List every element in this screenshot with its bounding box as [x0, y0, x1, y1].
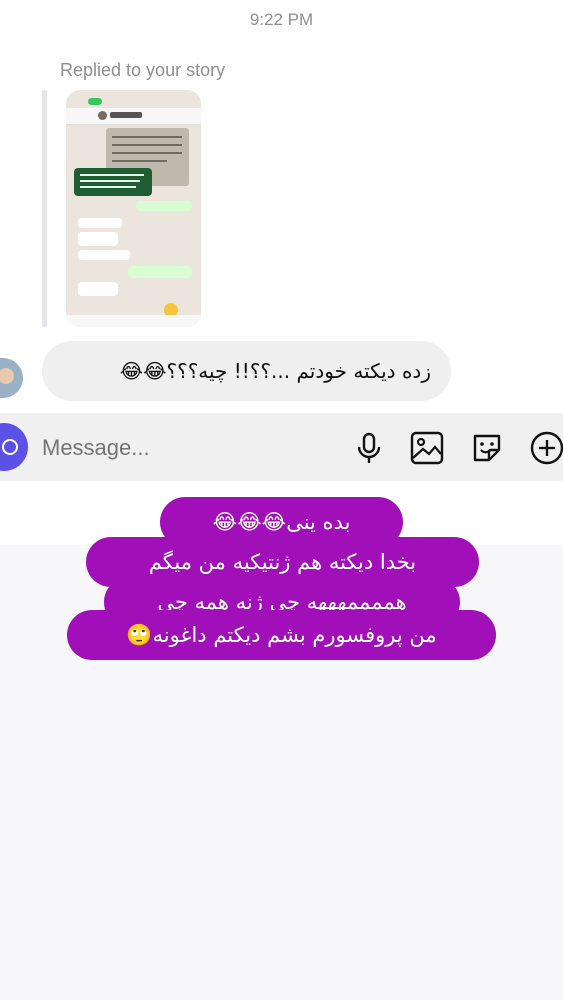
photo-line: [112, 160, 167, 162]
add-icon[interactable]: [529, 430, 563, 466]
thumbnail-status-bar: [66, 90, 201, 106]
bubble-line: [80, 174, 144, 176]
thumbnail-input-bar: [66, 315, 201, 327]
story-thumbnail[interactable]: [66, 90, 201, 327]
camera-icon: [2, 439, 18, 455]
thumbnail-avatar: [98, 111, 107, 120]
microphone-icon[interactable]: [351, 430, 387, 466]
reply-indicator-bar: [42, 90, 47, 327]
photo-line: [112, 152, 182, 154]
photo-line: [112, 136, 182, 138]
sticker-icon[interactable]: [469, 430, 505, 466]
thumbnail-green-bubble: [128, 266, 192, 278]
thumbnail-white-bubble: [78, 282, 118, 296]
message-input[interactable]: [42, 431, 292, 465]
avatar-face: [0, 368, 14, 384]
photo-line: [112, 144, 182, 146]
thumbnail-white-bubble: [78, 218, 122, 228]
gallery-icon[interactable]: [409, 430, 445, 466]
bubble-line: [80, 186, 136, 188]
timestamp: 9:22 PM: [249, 10, 314, 29]
message-text: زده دیکته خودتم ...؟؟!! چیه؟؟؟😂😂: [119, 359, 431, 383]
thumbnail-time-pill: [88, 98, 102, 105]
bubble-line: [80, 180, 140, 182]
thumbnail-white-bubble: [78, 250, 130, 260]
story-reply-label: Replied to your story: [60, 60, 226, 80]
message-bubble[interactable]: زده دیکته خودتم ...؟؟!! چیه؟؟؟😂😂: [42, 341, 451, 401]
caption-line: من پروفسورم بشم دیکتم داغونه🙄: [67, 610, 496, 660]
thumbnail-contact-name: [110, 112, 142, 118]
thumbnail-green-bubble: [136, 201, 192, 211]
thumbnail-chat-header: [66, 108, 201, 125]
thumbnail-white-bubble: [78, 232, 118, 246]
sender-avatar[interactable]: [0, 358, 23, 398]
thumbnail-dark-bubble: [74, 168, 152, 196]
